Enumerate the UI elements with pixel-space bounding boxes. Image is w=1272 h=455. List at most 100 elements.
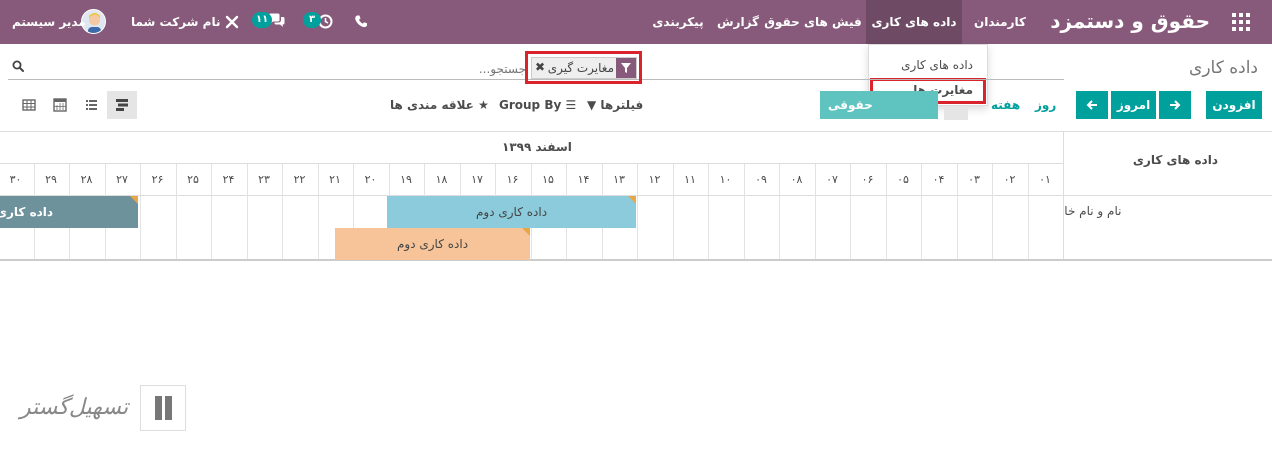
menu-work-entries[interactable]: داده های کاری xyxy=(866,0,962,44)
filter-icon: ▼ xyxy=(587,98,597,112)
gantt-column-line xyxy=(637,164,638,259)
facet-label: مغایرت گیری xyxy=(547,61,614,75)
gantt-day-label: ۲۲ xyxy=(293,173,306,186)
watermark-logo: تسهیل‌گستر xyxy=(20,385,186,435)
gantt-day-label: ۲۸ xyxy=(80,173,93,186)
gantt-column-line xyxy=(211,164,212,259)
work-entry-bar[interactable]: داده کاری xyxy=(0,196,138,228)
app-title: حقوق و دستمزد xyxy=(1050,9,1210,33)
today-button[interactable]: امروز xyxy=(1111,91,1156,119)
work-entry-label: داده کاری xyxy=(0,205,54,219)
list-view-icon xyxy=(86,100,97,110)
gantt-day-label: ۱۱ xyxy=(684,173,696,186)
apps-grid-icon[interactable] xyxy=(1232,13,1250,31)
work-entry-label: داده کاری دوم xyxy=(475,205,548,219)
gantt-day-label: ۲۵ xyxy=(187,173,199,186)
conflict-corner-marker xyxy=(522,228,530,236)
favorites-label: علاقه مندی ها xyxy=(390,98,474,112)
gantt-day-label: ۱۹ xyxy=(400,173,412,186)
gantt-day-label: ۰۵ xyxy=(897,173,909,186)
gantt-column-line xyxy=(744,164,745,259)
previous-button[interactable] xyxy=(1076,91,1108,119)
gantt-column-line xyxy=(176,164,177,259)
star-icon: ★ xyxy=(478,98,489,112)
gantt-day-label: ۱۶ xyxy=(506,173,519,186)
gantt-top-border xyxy=(0,131,1272,132)
work-entry-label: داده کاری دوم xyxy=(396,237,469,251)
scale-day-link[interactable]: روز xyxy=(1035,98,1056,112)
gantt-day-label: ۲۰ xyxy=(364,173,377,186)
employee-name: [نام و نام خانوادگی اول xyxy=(1064,204,1122,218)
next-button[interactable] xyxy=(1159,91,1191,119)
breadcrumb: داده کاری xyxy=(1189,58,1258,78)
gantt-day-label: ۲۹ xyxy=(45,173,57,186)
gantt-column-line xyxy=(282,164,283,259)
work-entry-bar[interactable]: داده کاری دوم xyxy=(387,196,636,228)
menu-payslips[interactable]: فیش های حقوق xyxy=(764,0,862,44)
gantt-column-line xyxy=(708,164,709,259)
add-button[interactable]: افزودن xyxy=(1206,91,1262,119)
gantt-day-label: ۱۰ xyxy=(719,173,732,186)
gantt-month-label: اسفند ۱۳۹۹ xyxy=(502,140,572,154)
gantt-day-label: ۳۰ xyxy=(9,173,22,186)
gantt-day-label: ۰۸ xyxy=(790,173,803,186)
view-calendar-button[interactable] xyxy=(45,91,75,119)
gantt-column-line xyxy=(247,164,248,259)
tools-icon[interactable] xyxy=(225,15,239,29)
gantt-day-label: ۰۱ xyxy=(1039,173,1051,186)
gantt-day-label: ۲۶ xyxy=(151,173,164,186)
gantt-month-divider xyxy=(0,163,1064,164)
menu-employees[interactable]: کارمندان xyxy=(962,0,1038,44)
gantt-column-line xyxy=(318,164,319,259)
watermark-icon xyxy=(140,385,186,431)
messages-count-badge: ۱۱ xyxy=(252,12,273,28)
conflict-corner-marker xyxy=(628,196,636,204)
group-by-dropdown[interactable]: Group By ☰ xyxy=(499,98,576,112)
gantt-day-label: ۰۴ xyxy=(932,173,945,186)
view-gantt-button[interactable] xyxy=(107,91,137,119)
group-by-label: Group By xyxy=(499,98,562,112)
favorites-dropdown[interactable]: علاقه مندی ها ★ xyxy=(390,98,489,112)
filters-dropdown[interactable]: ▼ فیلترها xyxy=(587,98,643,112)
arrow-left-icon xyxy=(1086,100,1097,110)
scale-week-link[interactable]: هفته xyxy=(991,98,1020,112)
gantt-column-line xyxy=(850,164,851,259)
gantt-column-line xyxy=(140,164,141,259)
gantt-view-icon xyxy=(116,99,128,111)
search-facet: مغایرت گیری ✖ xyxy=(531,57,637,79)
gantt-day-label: ۲۷ xyxy=(116,173,128,186)
watermark-text: تسهیل‌گستر xyxy=(20,395,129,420)
gantt-column-line xyxy=(779,164,780,259)
gantt-column-line xyxy=(921,164,922,259)
gantt-column-line xyxy=(815,164,816,259)
work-entry-bar[interactable]: داده کاری دوم xyxy=(335,228,530,260)
gantt-day-label: ۱۴ xyxy=(577,173,590,186)
gantt-day-label: ۰۲ xyxy=(1003,173,1016,186)
menu-configuration[interactable]: پیکربندی xyxy=(645,0,711,44)
phone-icon[interactable] xyxy=(355,15,367,28)
menu-reporting[interactable]: گزارش xyxy=(710,0,766,44)
facet-remove-icon[interactable]: ✖ xyxy=(535,60,545,74)
gantt-column-line xyxy=(673,164,674,259)
group-by-icon: ☰ xyxy=(565,98,577,112)
gantt-column-line xyxy=(1028,164,1029,259)
gantt-header-title: داده های کاری xyxy=(1132,153,1218,167)
user-menu[interactable]: مدیر سیستم xyxy=(12,0,86,44)
gantt-day-label: ۲۱ xyxy=(329,173,341,186)
calendar-view-icon xyxy=(53,98,67,112)
dropdown-item-work-entries[interactable]: داده های کاری xyxy=(901,58,973,72)
view-pivot-button[interactable] xyxy=(14,91,44,119)
filter-facet-icon xyxy=(616,58,636,78)
generate-payslips-button[interactable]: حقوقی xyxy=(820,91,938,119)
scale-month-tab[interactable] xyxy=(944,106,968,120)
view-list-button[interactable] xyxy=(77,91,107,119)
gantt-day-label: ۱۳ xyxy=(613,173,625,186)
top-navbar: حقوق و دستمزد کارمندان داده های کاری فیش… xyxy=(0,0,1272,44)
gantt-day-label: ۰۹ xyxy=(755,173,767,186)
employee-row-header[interactable]: [نام و نام خانوادگی اول xyxy=(1064,196,1272,226)
search-icon[interactable] xyxy=(12,60,24,72)
gantt-day-label: ۲۴ xyxy=(222,173,235,186)
search-input[interactable] xyxy=(470,61,526,77)
company-switcher[interactable]: نام شرکت شما xyxy=(131,0,220,44)
conflict-corner-marker xyxy=(130,196,138,204)
